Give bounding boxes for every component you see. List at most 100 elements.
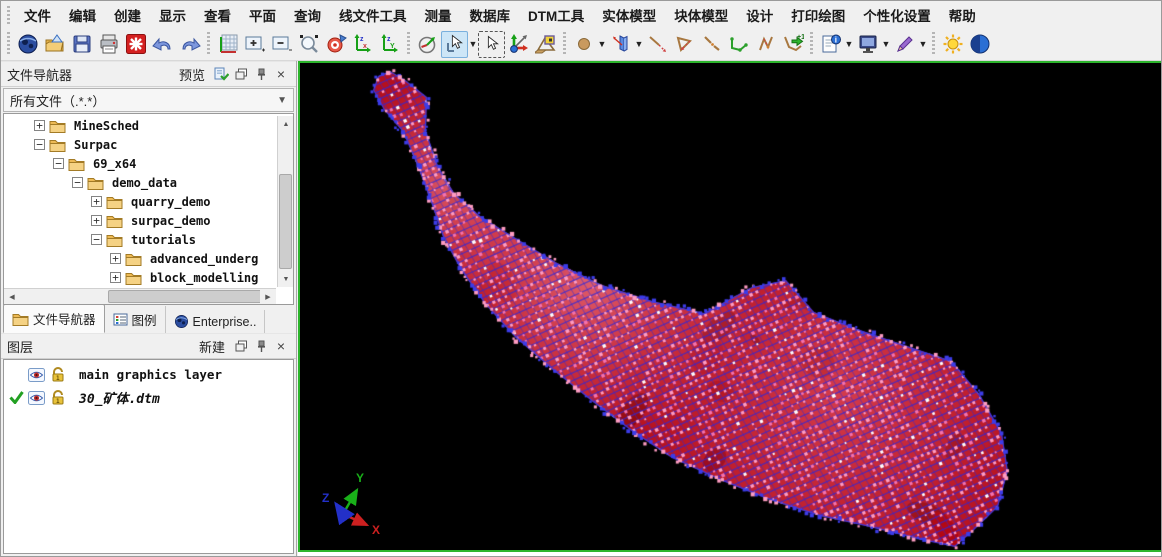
menu-item[interactable]: 查看: [195, 1, 240, 29]
display-settings-icon[interactable]: [854, 31, 881, 58]
horizontal-scroll-thumb[interactable]: [108, 290, 266, 303]
move-3d-icon[interactable]: [505, 31, 532, 58]
toolbar-grip[interactable]: [407, 32, 410, 56]
scroll-down-icon[interactable]: ▼: [278, 271, 294, 287]
scroll-up-icon[interactable]: ▲: [278, 116, 294, 132]
float-window-icon[interactable]: [232, 65, 250, 83]
menu-item[interactable]: 块体模型: [665, 1, 737, 29]
join-segment-icon[interactable]: [725, 31, 752, 58]
segment-tool-icon[interactable]: [644, 31, 671, 58]
tree-item-label[interactable]: advanced_underg: [147, 251, 261, 267]
undo-icon[interactable]: [149, 31, 176, 58]
tab-enterprise[interactable]: Enterprise..: [166, 310, 266, 333]
menu-item[interactable]: DTM工具: [519, 1, 593, 29]
zoom-window-icon[interactable]: [295, 31, 322, 58]
menu-item[interactable]: 实体模型: [593, 1, 665, 29]
collapse-icon[interactable]: −: [34, 139, 45, 150]
menu-item[interactable]: 个性化设置: [854, 1, 940, 29]
menu-item[interactable]: 线文件工具: [330, 1, 416, 29]
file-filter-dropdown[interactable]: 所有文件（.*.*） ▼: [3, 88, 294, 112]
expand-icon[interactable]: +: [91, 196, 102, 207]
reset-graphics-icon[interactable]: [122, 31, 149, 58]
tree-item-label[interactable]: demo_data: [109, 175, 180, 191]
reverse-segment-icon[interactable]: [752, 31, 779, 58]
layer-row[interactable]: 1 main graphics layer: [4, 363, 293, 386]
toolbar-grip[interactable]: [207, 32, 210, 56]
menu-item[interactable]: 测量: [416, 1, 461, 29]
tree-item-label[interactable]: Surpac: [71, 137, 120, 153]
render-mode-icon[interactable]: [966, 31, 993, 58]
save-icon[interactable]: [68, 31, 95, 58]
close-panel-icon[interactable]: ×: [272, 337, 290, 355]
tree-item-surpac_demo[interactable]: +surpac_demo: [4, 211, 276, 230]
layer-row[interactable]: 130_矿体.dtm: [4, 386, 293, 409]
tree-item-label[interactable]: surpac_demo: [128, 213, 213, 229]
new-layer-button[interactable]: 新建: [194, 335, 230, 358]
tree-horizontal-scrollbar[interactable]: ◀ ▶: [4, 288, 276, 304]
expand-icon[interactable]: +: [110, 272, 121, 283]
pin-icon[interactable]: [252, 337, 270, 355]
preview-button[interactable]: 预览: [174, 63, 210, 86]
tab-file-navigator[interactable]: 文件导航器: [3, 304, 105, 333]
layer-unlock-icon[interactable]: 1: [51, 367, 65, 382]
toolbar-grip[interactable]: [563, 32, 566, 56]
preview-files-icon[interactable]: [212, 65, 230, 83]
segment-edit-icon[interactable]: [671, 31, 698, 58]
tree-item-label[interactable]: tutorials: [128, 232, 199, 248]
point-tool-icon[interactable]: [570, 31, 597, 58]
tree-item-quarry_demo[interactable]: + quarry_demo: [4, 192, 276, 211]
expand-icon[interactable]: +: [34, 120, 45, 131]
tree-item-tutorials[interactable]: −tutorials: [4, 230, 276, 249]
tree-item-label[interactable]: 69_x64: [90, 156, 139, 172]
lighting-icon[interactable]: [939, 31, 966, 58]
break-segment-icon[interactable]: [698, 31, 725, 58]
append-point-icon[interactable]: +1: [779, 31, 806, 58]
layer-name[interactable]: 30_矿体.dtm: [79, 388, 160, 407]
collapse-icon[interactable]: −: [53, 158, 64, 169]
multi-select-icon[interactable]: [478, 31, 505, 58]
toolbar-grip[interactable]: [810, 32, 813, 56]
world-icon[interactable]: [14, 31, 41, 58]
view-zy-icon[interactable]: zY: [376, 31, 403, 58]
scroll-right-icon[interactable]: ▶: [260, 289, 276, 305]
tree-item-69_x64[interactable]: − 69_x64: [4, 154, 276, 173]
tree-item-demo_data[interactable]: −demo_data: [4, 173, 276, 192]
menu-item[interactable]: 创建: [105, 1, 150, 29]
dropdown-caret-icon[interactable]: ▼: [918, 39, 928, 49]
dropdown-caret-icon[interactable]: ▼: [634, 39, 644, 49]
close-panel-icon[interactable]: ×: [272, 65, 290, 83]
dropdown-caret-icon[interactable]: ▼: [881, 39, 891, 49]
edit-tool-icon[interactable]: [891, 31, 918, 58]
select-mode-icon[interactable]: [441, 31, 468, 58]
zoom-in-icon[interactable]: [241, 31, 268, 58]
layer-visibility-eye-icon[interactable]: [28, 368, 45, 382]
section-plane-icon[interactable]: [607, 31, 634, 58]
layer-name[interactable]: main graphics layer: [79, 367, 222, 382]
dropdown-caret-icon[interactable]: ▼: [468, 39, 478, 49]
expand-icon[interactable]: +: [110, 253, 121, 264]
menu-item[interactable]: 数据库: [461, 1, 520, 29]
plane-mode-icon[interactable]: [532, 31, 559, 58]
tree-item-MineSched[interactable]: +MineSched: [4, 116, 276, 135]
zoom-all-icon[interactable]: [214, 31, 241, 58]
float-window-icon[interactable]: [232, 337, 250, 355]
menubar-grip[interactable]: [7, 6, 10, 24]
dropdown-caret-icon[interactable]: ▼: [597, 39, 607, 49]
redo-icon[interactable]: [176, 31, 203, 58]
pin-icon[interactable]: [252, 65, 270, 83]
menu-item[interactable]: 打印绘图: [782, 1, 854, 29]
menu-item[interactable]: 帮助: [940, 1, 985, 29]
menu-item[interactable]: 查询: [285, 1, 330, 29]
menu-item[interactable]: 平面: [240, 1, 285, 29]
tree-item-advanced_underg[interactable]: + advanced_underg: [4, 249, 276, 268]
tab-legend[interactable]: 图例: [105, 306, 166, 333]
tree-vertical-scrollbar[interactable]: ▲ ▼: [277, 116, 293, 287]
layer-visibility-eye-icon[interactable]: [28, 391, 45, 405]
tree-item-Surpac[interactable]: − Surpac: [4, 135, 276, 154]
dropdown-caret-icon[interactable]: ▼: [844, 39, 854, 49]
view-zx-icon[interactable]: zx: [349, 31, 376, 58]
scroll-left-icon[interactable]: ◀: [4, 289, 20, 305]
layer-active-check-icon[interactable]: [7, 391, 25, 404]
tree-item-label[interactable]: quarry_demo: [128, 194, 213, 210]
vertical-scroll-thumb[interactable]: [279, 174, 292, 269]
